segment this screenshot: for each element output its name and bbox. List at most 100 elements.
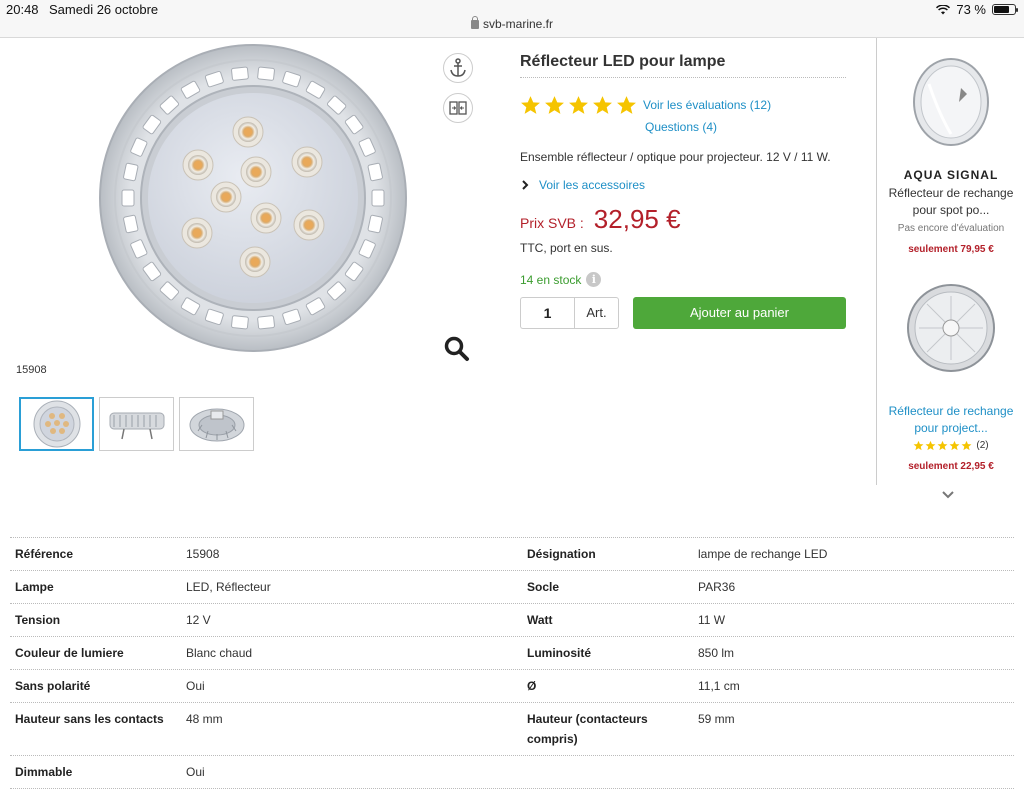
star-icon (913, 440, 924, 451)
heatsink-slot (257, 315, 275, 330)
spec-value: 850 lm (698, 646, 735, 660)
spec-row: Couleur de lumiere Blanc chaud Luminosité 8… (10, 637, 1014, 670)
product-price: 32,95 € (593, 204, 681, 234)
compare-icon[interactable] (443, 93, 473, 123)
led (181, 217, 213, 249)
thumbnail-back[interactable] (179, 397, 254, 451)
spec-row: Sans polarité Oui Ø 11,1 cm (10, 670, 1014, 703)
led (293, 209, 325, 241)
price-label: Prix SVB : (520, 215, 584, 231)
spec-label: Lampe (15, 580, 54, 594)
spec-label: Luminosité (527, 646, 592, 660)
accessories-link[interactable]: Voir les accessoires (539, 178, 645, 192)
recommendation-image[interactable] (905, 282, 997, 374)
led (250, 202, 282, 234)
heatsink-slot (123, 162, 139, 182)
star-icon (949, 440, 960, 451)
image-reference-code: 15908 (16, 364, 47, 376)
add-to-cart-button[interactable]: Ajouter au panier (633, 297, 846, 329)
heatsink-slot (231, 66, 249, 81)
recommendation-name-line2[interactable]: pour project... (877, 420, 1024, 437)
star-icon (617, 96, 636, 114)
zoom-icon[interactable] (444, 336, 470, 362)
heatsink-slot (123, 214, 139, 234)
recommendation-brand: AQUA SIGNAL (903, 168, 999, 182)
spec-label: Hauteur (contacteurs compris) (527, 712, 648, 746)
star-icon (593, 96, 612, 114)
spec-value: 11 W (698, 613, 726, 627)
questions-link[interactable]: Questions (4) (645, 120, 846, 134)
wifi-icon (936, 4, 951, 14)
status-date: Samedi 26 octobre (49, 2, 159, 17)
product-title: Réflecteur LED pour lampe (520, 53, 846, 78)
spec-value: 59 mm (698, 712, 735, 726)
info-icon[interactable]: i (586, 272, 602, 287)
chevron-down-icon[interactable] (941, 490, 955, 500)
accessories-row[interactable]: Voir les accessoires (520, 178, 846, 192)
spec-value: 11,1 cm (698, 679, 740, 693)
thumbnail-side[interactable] (99, 397, 174, 451)
heatsink-slot (371, 189, 385, 207)
recommendation-review-count: (2) (976, 440, 989, 451)
recommendation-price: seulement 22,95 € (908, 461, 994, 472)
reviews-link[interactable]: Voir les évaluations (12) (643, 98, 771, 112)
spec-label: Tension (15, 613, 61, 627)
spec-label: Socle (527, 580, 560, 594)
recommendation-rating-note: Pas encore d'évaluation (897, 223, 1005, 234)
led (210, 181, 242, 213)
url-text: svb-marine.fr (482, 17, 553, 31)
spec-label: Watt (527, 613, 553, 627)
recommendation-name-line1[interactable]: Réflecteur de rechange (877, 185, 1024, 202)
spec-label: Référence (15, 547, 74, 561)
recommendation-image[interactable] (909, 54, 993, 152)
spec-label: Couleur de lumiere (15, 646, 124, 660)
led (240, 156, 272, 188)
spec-value: 48 mm (186, 712, 223, 726)
quantity-input[interactable]: 1 (520, 297, 574, 329)
spec-label: Ø (527, 679, 537, 693)
recommendation-name-line2[interactable]: pour spot po... (877, 202, 1024, 219)
spec-value: LED, Réflecteur (186, 580, 271, 594)
spec-row: Référence 15908 Désignation lampe de rechan… (10, 538, 1014, 571)
spec-value: lampe de rechange LED (698, 547, 828, 561)
star-icon (925, 440, 936, 451)
address-bar[interactable]: svb-marine.fr (0, 16, 1024, 31)
thumbnail-front[interactable] (19, 397, 94, 451)
spec-row: Lampe LED, Réflecteur Socle PAR36 (10, 571, 1014, 604)
specs-table: Référence 15908 Désignation lampe de rechan… (10, 537, 1014, 789)
spec-value: Oui (186, 765, 205, 779)
status-time: 20:48 (6, 2, 39, 17)
product-main-image[interactable] (10, 40, 425, 360)
spec-label: Désignation (527, 547, 596, 561)
recommendation-card[interactable]: AQUA SIGNAL Réflecteur de rechange pour … (877, 54, 1024, 255)
recommendation-rating: (2) (877, 440, 1024, 451)
battery-percent: 73 % (956, 2, 986, 17)
cart-row: 1 Art. Ajouter au panier (520, 297, 846, 329)
recommendation-card[interactable]: Réflecteur de rechange pour project... (… (877, 282, 1024, 472)
star-icon (961, 440, 972, 451)
spec-value: 15908 (186, 547, 220, 561)
spec-value (692, 756, 1014, 788)
recommendations-sidebar: AQUA SIGNAL Réflecteur de rechange pour … (876, 38, 1024, 499)
anchor-icon[interactable] (443, 53, 473, 83)
led (239, 246, 271, 278)
battery-icon (992, 4, 1018, 15)
led (182, 149, 214, 181)
price-row: Prix SVB : 32,95 € (520, 204, 846, 235)
unit-label: Art. (574, 297, 619, 329)
star-icon (521, 96, 540, 114)
heatsink-slot (257, 66, 275, 81)
spec-label: Sans polarité (15, 679, 91, 693)
lock-icon (470, 16, 479, 29)
spec-row: Tension 12 V Watt 11 W (10, 604, 1014, 637)
tax-note: TTC, port en sus. (520, 241, 613, 255)
product-description: Ensemble réflecteur / optique pour proje… (520, 150, 831, 164)
heatsink-slot (367, 214, 383, 234)
spec-value: Oui (186, 679, 205, 693)
led (291, 146, 323, 178)
star-icon (545, 96, 564, 114)
status-bar: 20:48 Samedi 26 octobre svb-marine.fr 73… (0, 0, 1024, 38)
recommendation-stars (913, 440, 972, 451)
battery-fill (994, 6, 1009, 13)
recommendation-name-line1[interactable]: Réflecteur de rechange (877, 403, 1024, 420)
